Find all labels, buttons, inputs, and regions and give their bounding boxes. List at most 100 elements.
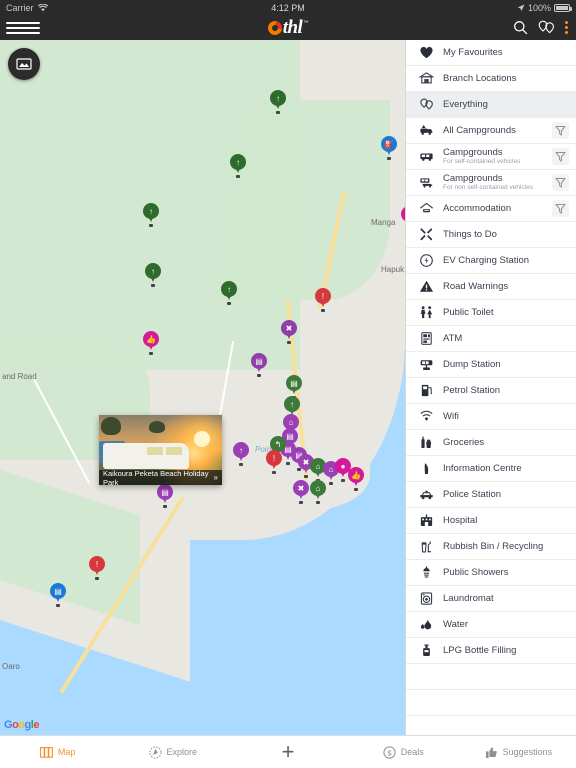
sidebar-item-label: Things to Do — [443, 229, 497, 240]
pin-glyph: ▤ — [54, 586, 62, 596]
sidebar-item-dump-station[interactable]: Dump Station — [406, 352, 576, 378]
pin-road-warning[interactable]: ! — [266, 450, 282, 474]
campervan-alt-icon — [415, 175, 437, 190]
sidebar-item-my-favourites[interactable]: My Favourites — [406, 40, 576, 66]
sidebar-item-everything[interactable]: Everything — [406, 92, 576, 118]
filter-button[interactable] — [552, 200, 569, 217]
sidebar-item-rubbish-bin-recycling[interactable]: Rubbish Bin / Recycling — [406, 534, 576, 560]
accommodation-icon — [419, 202, 433, 213]
map-label: Oaro — [2, 662, 20, 671]
sidebar-item-water[interactable]: Water — [406, 612, 576, 638]
map-canvas[interactable]: Manga Hapuk and Road Peketa Point Kean O… — [0, 40, 405, 735]
sidebar-item-public-toilet[interactable]: Public Toilet — [406, 300, 576, 326]
pin-glyph: ↑ — [149, 206, 153, 216]
pin-toilet[interactable]: ↑ — [221, 281, 237, 305]
pin-toilet[interactable]: ↑ — [143, 203, 159, 227]
pin-things-to-do[interactable]: ✖ — [293, 480, 309, 504]
sidebar-item-information-centre[interactable]: Information Centre — [406, 456, 576, 482]
pin-suggestion[interactable]: 👍 — [348, 467, 364, 491]
sidebar-item-hospital[interactable]: Hospital — [406, 508, 576, 534]
pin-glyph: ▤ — [161, 487, 169, 497]
sidebar-item-label: All Campgrounds — [443, 125, 516, 136]
pin-glyph: ! — [95, 559, 99, 569]
sidebar-item-lpg-bottle-filling[interactable]: LPG Bottle Filling — [406, 638, 576, 664]
sidebar-item-police-station[interactable]: Police Station — [406, 482, 576, 508]
map-pins-icon[interactable] — [538, 20, 555, 35]
filter-button[interactable] — [552, 122, 569, 139]
pin-campground[interactable]: ▤ — [251, 353, 267, 377]
map-label: Manga — [371, 218, 396, 227]
sidebar-item-label: My Favourites — [443, 47, 503, 58]
sidebar-item-all-campgrounds[interactable]: All Campgrounds — [406, 118, 576, 144]
category-sidebar[interactable]: My Favourites Branch Locations Everything A… — [405, 40, 576, 735]
pin-dump-station[interactable]: ▤ — [286, 375, 302, 399]
pin-road-warning[interactable]: ! — [89, 556, 105, 580]
status-bar-right: 100% — [517, 2, 572, 13]
funnel-filter-icon — [555, 151, 566, 162]
tab-add[interactable]: + — [230, 741, 345, 763]
pin-campground[interactable]: ▤ — [157, 484, 173, 508]
pin-anchor-dot — [163, 505, 167, 508]
sidebar-item-accommodation[interactable]: Accommodation — [406, 196, 576, 222]
pin-anchor-dot — [56, 604, 60, 607]
pin-toilet[interactable]: ↑ — [145, 263, 161, 287]
pin-accommodation[interactable]: ⌂ — [310, 480, 326, 504]
police-car-icon — [415, 487, 437, 502]
search-icon[interactable] — [513, 20, 528, 35]
app-header: thl ™ — [0, 15, 576, 40]
pin-anchor-dot — [149, 224, 153, 227]
pin-things-to-do[interactable]: ✖ — [281, 320, 297, 344]
sidebar-item-branch-locations[interactable]: Branch Locations — [406, 66, 576, 92]
tab-deals[interactable]: $ Deals — [346, 745, 461, 759]
sidebar-item-text: Public Toilet — [437, 307, 576, 318]
pin-anchor-dot — [287, 341, 291, 344]
pin-petrol[interactable]: ⛽ — [381, 136, 397, 160]
pin-campground[interactable]: ↑ — [233, 442, 249, 466]
sidebar-item-label: EV Charging Station — [443, 255, 530, 266]
pin-anchor-dot — [227, 302, 231, 305]
pin-toilet[interactable]: ↑ — [230, 154, 246, 178]
map-layers-button[interactable] — [8, 48, 40, 80]
sidebar-item-laundromat[interactable]: Laundromat — [406, 586, 576, 612]
sidebar-item-public-showers[interactable]: Public Showers — [406, 560, 576, 586]
rubbish-bin-icon — [421, 541, 431, 553]
pin-anchor-dot — [257, 374, 261, 377]
place-photo-caption: Kaikoura Peketa Beach Holiday Park » — [99, 469, 222, 485]
sidebar-item-text: EV Charging Station — [437, 255, 576, 266]
pin-anchor-dot — [286, 462, 290, 465]
sidebar-item-text: Water — [437, 619, 576, 630]
sidebar-item-text: All Campgrounds — [437, 125, 552, 136]
sidebar-item-groceries[interactable]: Groceries — [406, 430, 576, 456]
sidebar-item-campgrounds[interactable]: Campgrounds For self-contained vehicles — [406, 144, 576, 170]
sidebar-item-things-to-do[interactable]: Things to Do — [406, 222, 576, 248]
sidebar-item-label: Campgrounds — [443, 173, 503, 184]
sidebar-item-label: Public Showers — [443, 567, 509, 578]
sidebar-item-campgrounds[interactable]: Campgrounds For non self-contained vehicl… — [406, 170, 576, 196]
hamburger-menu-icon[interactable] — [6, 19, 40, 37]
pin-road-warning[interactable]: ! — [315, 288, 331, 312]
toilet-icon — [415, 305, 437, 320]
filter-button[interactable] — [552, 148, 569, 165]
pin-anchor-dot — [354, 488, 358, 491]
kebab-menu-icon[interactable] — [565, 21, 568, 34]
place-photo-card[interactable]: Kaikoura Peketa Beach Holiday Park » — [99, 415, 222, 485]
chevron-right-icon[interactable]: » — [214, 473, 218, 482]
tab-suggestions[interactable]: Suggestions — [461, 746, 576, 759]
tab-explore[interactable]: Explore — [115, 745, 230, 759]
pin-suggestion[interactable]: 👍 — [143, 331, 159, 355]
tab-map[interactable]: Map — [0, 746, 115, 759]
filter-button[interactable] — [552, 174, 569, 191]
pin-toilet[interactable]: ↑ — [270, 90, 286, 114]
washing-machine-icon — [415, 591, 437, 606]
petrol-pump-icon — [415, 383, 437, 398]
sidebar-item-atm[interactable]: ATM — [406, 326, 576, 352]
pin-info[interactable]: ▤ — [50, 583, 66, 607]
sidebar-item-wifi[interactable]: Wifi — [406, 404, 576, 430]
sidebar-item-petrol-station[interactable]: Petrol Station — [406, 378, 576, 404]
sidebar-item-road-warnings[interactable]: Road Warnings — [406, 274, 576, 300]
pin-anchor-dot — [304, 475, 308, 478]
sidebar-item-ev-charging-station[interactable]: EV Charging Station — [406, 248, 576, 274]
sidebar-item-text: Wifi — [437, 411, 576, 422]
battery-percent-label: 100% — [527, 2, 551, 13]
police-car-icon — [419, 490, 433, 500]
